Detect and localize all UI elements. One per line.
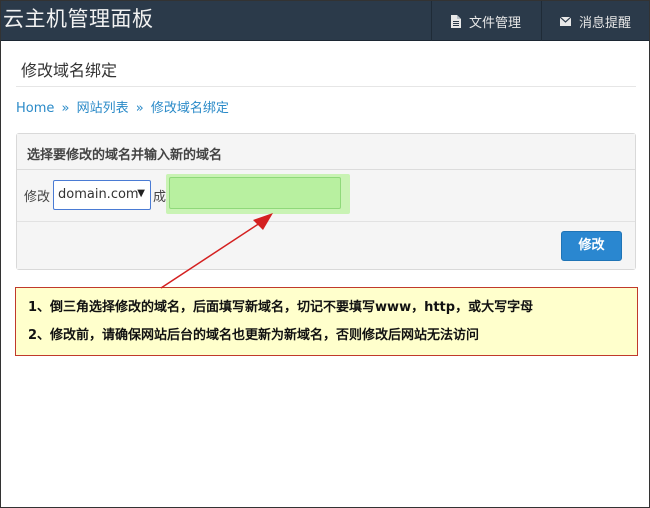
domain-select-value: domain.com — [58, 187, 139, 202]
panel-body: 修改 domain.com ▼ 成 — [17, 170, 635, 222]
nav-file-manager[interactable]: 文件管理 — [431, 1, 541, 41]
domain-form-panel: 选择要修改的域名并输入新的域名 修改 domain.com ▼ 成 修改 — [16, 133, 636, 270]
note-line-2: 2、修改前，请确保网站后台的域名也更新为新域名，否则修改后网站无法访问 — [28, 328, 480, 343]
breadcrumb-separator: » — [135, 101, 144, 116]
envelope-icon — [560, 16, 571, 26]
breadcrumb-home[interactable]: Home — [16, 101, 54, 116]
top-navbar: 云主机管理面板 文件管理 消息提醒 — [1, 1, 649, 41]
app-window: 云主机管理面板 文件管理 消息提醒 修改域名绑定 Home » 网站列表 » 修… — [0, 0, 650, 508]
modify-label: 修改 — [24, 190, 51, 205]
new-domain-input[interactable] — [169, 177, 341, 209]
nav-messages-label: 消息提醒 — [579, 15, 632, 31]
breadcrumb-current[interactable]: 修改域名绑定 — [151, 101, 229, 116]
panel-heading: 选择要修改的域名并输入新的域名 — [17, 134, 635, 170]
instructions-note: 1、倒三角选择修改的域名，后面填写新域名，切记不要填写www，http，或大写字… — [15, 287, 638, 356]
breadcrumb: Home » 网站列表 » 修改域名绑定 — [16, 97, 229, 116]
note-line-1: 1、倒三角选择修改的域名，后面填写新域名，切记不要填写www，http，或大写字… — [28, 300, 534, 315]
to-label: 成 — [153, 190, 167, 205]
nav-messages[interactable]: 消息提醒 — [541, 1, 649, 41]
submit-button[interactable]: 修改 — [561, 231, 622, 261]
triangle-down-icon: ▼ — [137, 188, 145, 199]
breadcrumb-separator: » — [61, 101, 70, 116]
panel-footer: 修改 — [17, 222, 635, 269]
brand-title[interactable]: 云主机管理面板 — [3, 5, 154, 33]
page-title: 修改域名绑定 — [21, 61, 118, 80]
document-icon — [451, 14, 461, 28]
breadcrumb-sites[interactable]: 网站列表 — [77, 101, 129, 116]
domain-select[interactable]: domain.com ▼ — [53, 180, 151, 210]
nav-file-manager-label: 文件管理 — [469, 15, 522, 31]
title-divider — [16, 86, 636, 87]
